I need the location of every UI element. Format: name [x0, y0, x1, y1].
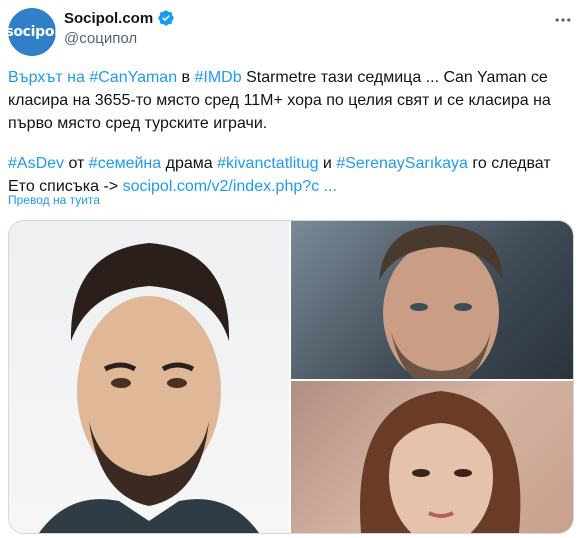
- p2-text: и: [318, 155, 337, 172]
- photo-man-outdoor[interactable]: [291, 221, 573, 379]
- tweet-paragraph-2: #AsDev от #семейна драма #kivanctatlitug…: [8, 152, 578, 198]
- verified-badge-icon: [157, 9, 175, 27]
- p1-link[interactable]: #CanYaman: [89, 69, 177, 86]
- author-name[interactable]: Socipol.com: [64, 10, 153, 27]
- p2-link[interactable]: #семейна: [89, 155, 161, 172]
- photo-man-beard[interactable]: [9, 221, 289, 533]
- tweet-paragraph-1: Върхът на #CanYaman в #IMDb Starmetre та…: [8, 66, 578, 135]
- author-handle[interactable]: @соципол: [64, 30, 137, 47]
- photo-woman-portrait[interactable]: [291, 381, 573, 533]
- avatar[interactable]: socipol: [5, 8, 59, 56]
- tweet-text: Върхът на #CanYaman в #IMDb Starmetre та…: [8, 66, 578, 198]
- p2-link[interactable]: #AsDev: [8, 155, 64, 172]
- p1-text: в: [177, 69, 195, 86]
- author-row: Socipol.com: [64, 9, 175, 27]
- more-options-icon[interactable]: [551, 8, 575, 32]
- p1-link[interactable]: Върхът на: [8, 69, 89, 86]
- p2-text: драма: [161, 155, 218, 172]
- avatar-text: socipol: [5, 24, 59, 40]
- p1-link[interactable]: #IMDb: [195, 69, 242, 86]
- p2-link[interactable]: socipol.com/v2/index.php?c ...: [123, 178, 337, 195]
- p2-text: от: [64, 155, 89, 172]
- translate-tweet-link[interactable]: Превод на туита: [8, 193, 100, 207]
- p2-link[interactable]: #kivanctatlitug: [217, 155, 318, 172]
- media-grid: [8, 220, 574, 534]
- p2-link[interactable]: #SerenaySarıkaya: [336, 155, 468, 172]
